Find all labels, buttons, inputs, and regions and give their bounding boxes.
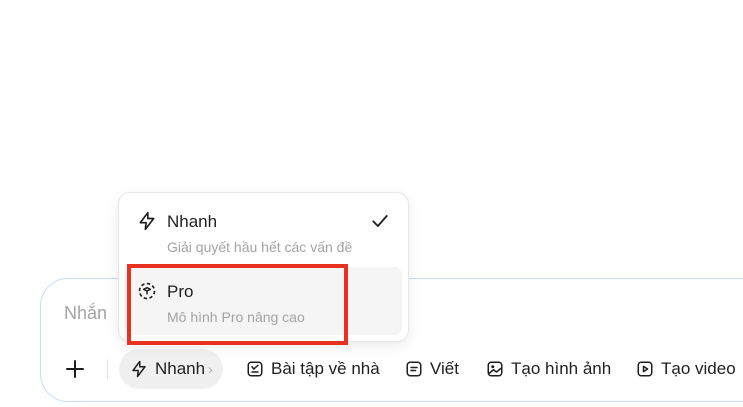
write-icon: [406, 361, 422, 377]
video-icon: [637, 361, 653, 377]
mode-option-pro[interactable]: Pro Mô hình Pro nâng cao: [125, 267, 402, 335]
write-button[interactable]: Viết: [405, 349, 459, 389]
homework-label: Bài tập về nhà: [271, 359, 380, 378]
write-label: Viết: [430, 359, 459, 378]
pro-cube-icon: [138, 282, 156, 300]
lightning-icon: [132, 360, 146, 378]
create-video-label: Tạo video: [661, 359, 736, 378]
mode-option-description: Mô hình Pro nâng cao: [167, 309, 305, 325]
mode-label: Nhanh: [155, 359, 206, 378]
lightning-icon: [139, 211, 155, 231]
toolbar-divider: [107, 359, 108, 379]
homework-button[interactable]: Bài tập về nhà: [246, 349, 380, 389]
image-icon: [487, 361, 503, 377]
app-stage: Nhắn Nhanh › Bài tập về nhà Viết Tạo hìn…: [0, 0, 743, 407]
mode-dropdown-menu: Nhanh Giải quyết hầu hết các vấn đề Pro …: [118, 192, 409, 342]
create-video-button[interactable]: Tạo video: [636, 349, 736, 389]
mode-option-title: Pro: [167, 282, 194, 301]
mode-option-title: Nhanh: [167, 212, 218, 231]
add-button[interactable]: [61, 357, 89, 381]
plus-icon: [66, 360, 84, 378]
message-input[interactable]: Nhắn: [64, 303, 107, 324]
create-image-label: Tạo hình ảnh: [511, 359, 612, 378]
homework-icon: [247, 361, 263, 377]
chevron-right-icon: ›: [208, 361, 213, 377]
mode-select-button[interactable]: Nhanh ›: [119, 349, 223, 389]
mode-option-description: Giải quyết hầu hết các vấn đề: [167, 239, 353, 255]
check-icon: [372, 215, 388, 227]
mode-option-nhanh[interactable]: Nhanh Giải quyết hầu hết các vấn đề: [125, 197, 402, 265]
create-image-button[interactable]: Tạo hình ảnh: [486, 349, 611, 389]
composer-toolbar: Nhanh › Bài tập về nhà Viết Tạo hình ảnh…: [41, 349, 743, 389]
